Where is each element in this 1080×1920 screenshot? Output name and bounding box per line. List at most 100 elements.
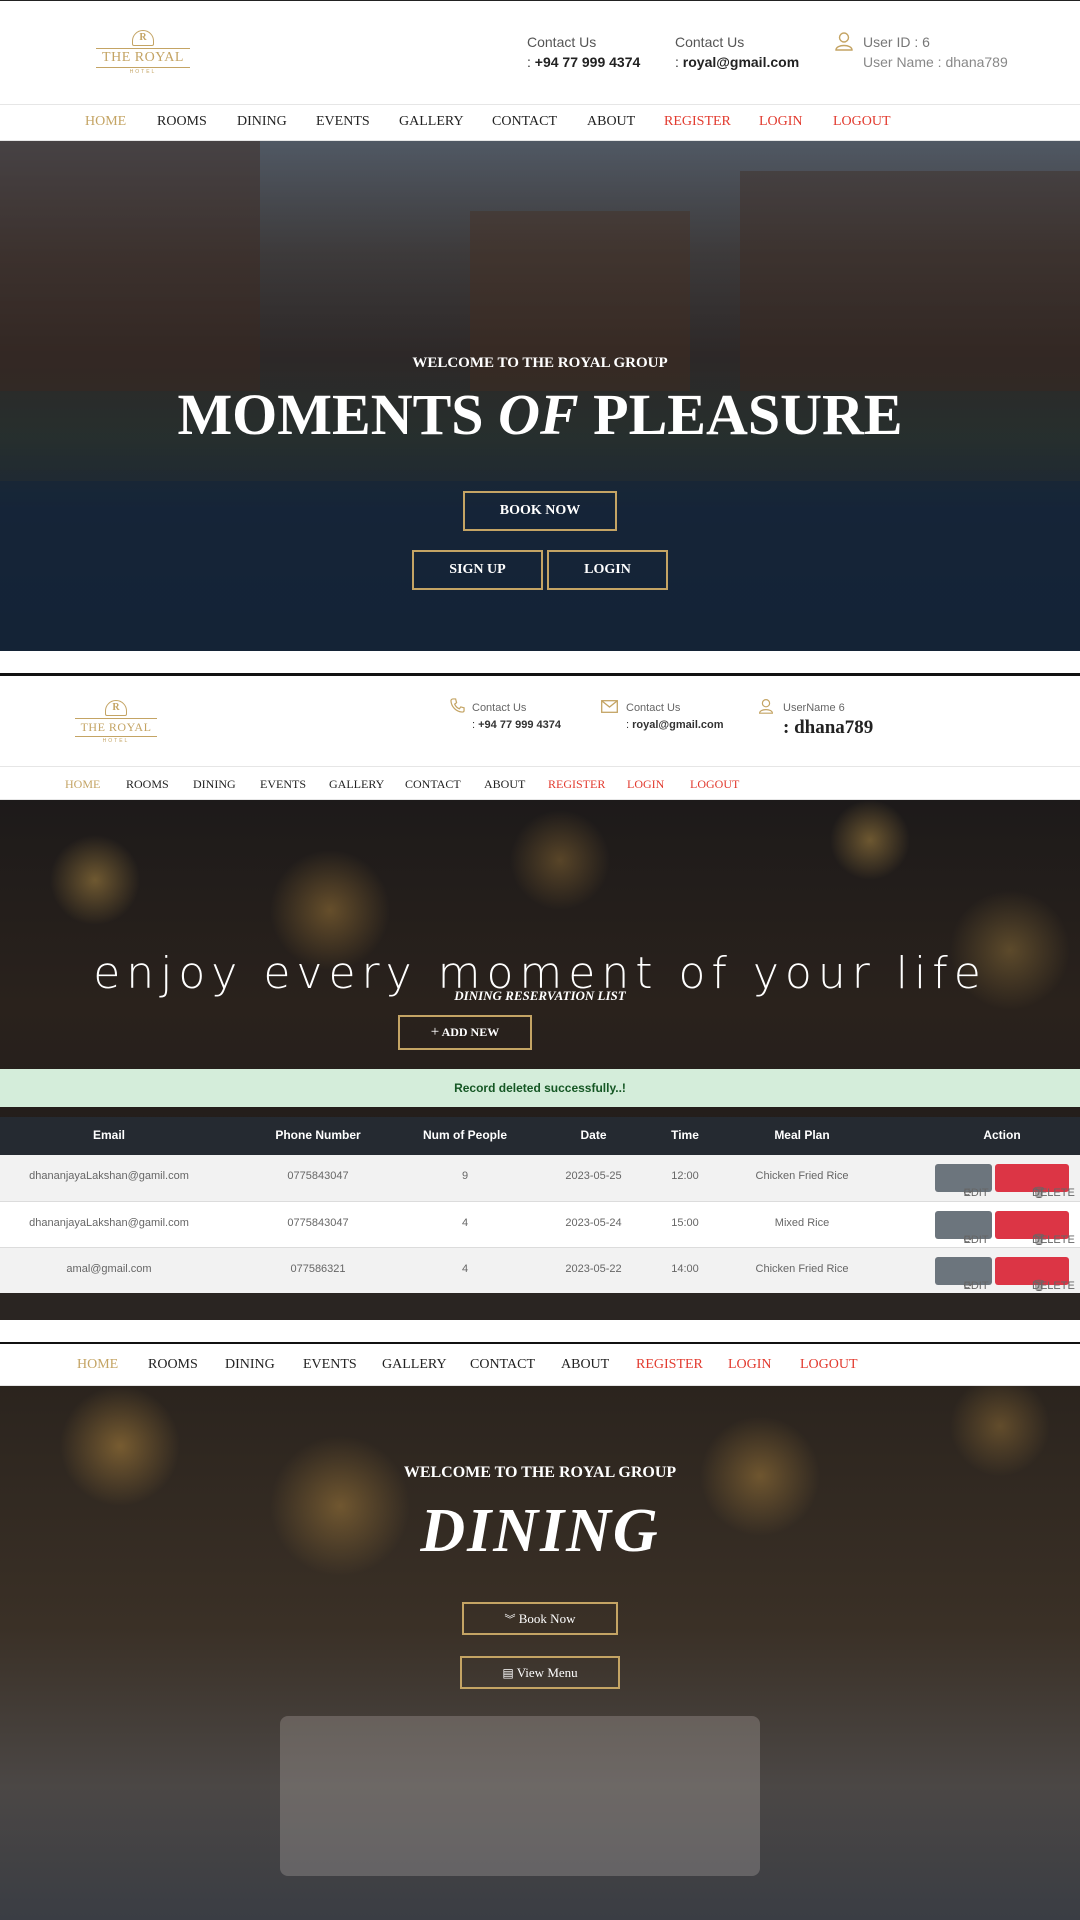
nav-login[interactable]: LOGIN bbox=[627, 777, 664, 792]
hero-title-b: OF bbox=[498, 382, 579, 447]
cell-meal: Chicken Fried Rice bbox=[755, 1170, 849, 1182]
nav-events[interactable]: EVENTS bbox=[260, 777, 306, 792]
nav-rooms[interactable]: ROOMS bbox=[148, 1357, 198, 1373]
nav-login[interactable]: LOGIN bbox=[728, 1357, 772, 1373]
main-nav-2: HOME ROOMS DINING EVENTS GALLERY CONTACT… bbox=[0, 766, 1080, 800]
hotel-logo[interactable]: R THE ROYAL HOTEL bbox=[96, 23, 190, 81]
login-button[interactable]: LOGIN bbox=[547, 550, 668, 590]
edit-button[interactable]: ⟳ EDIT bbox=[935, 1164, 992, 1199]
cell-people: 9 bbox=[461, 1170, 469, 1182]
site-header-1: R THE ROYAL HOTEL Contact Us : +94 77 99… bbox=[0, 0, 1080, 104]
logo-name: THE ROYAL bbox=[74, 718, 158, 737]
nav-gallery[interactable]: GALLERY bbox=[399, 114, 464, 130]
cell-time: 15:00 bbox=[671, 1217, 699, 1229]
hero-title-c: PLEASURE bbox=[578, 382, 903, 447]
nav-dining[interactable]: DINING bbox=[225, 1357, 275, 1373]
nav-register[interactable]: REGISTER bbox=[664, 114, 731, 130]
user-id: User ID : 6 bbox=[863, 34, 930, 50]
col-people: Num of People bbox=[422, 1128, 507, 1142]
nav-register[interactable]: REGISTER bbox=[636, 1357, 703, 1373]
nav-gallery[interactable]: GALLERY bbox=[329, 777, 384, 792]
cell-email: dhananjayaLakshan@gamil.com bbox=[29, 1170, 189, 1182]
nav-login[interactable]: LOGIN bbox=[759, 114, 803, 130]
main-nav-1: HOME ROOMS DINING EVENTS GALLERY CONTACT… bbox=[0, 104, 1080, 141]
nav-home[interactable]: HOME bbox=[77, 1357, 118, 1373]
sign-up-button[interactable]: SIGN UP bbox=[412, 550, 543, 590]
delete-button[interactable]: 🗑 DELETE bbox=[995, 1257, 1075, 1292]
nav-contact[interactable]: CONTACT bbox=[470, 1357, 535, 1373]
section-gap bbox=[0, 1320, 1080, 1342]
hotel-logo[interactable]: R THE ROYAL HOTEL bbox=[74, 696, 158, 748]
email-address: royal@gmail.com bbox=[632, 719, 724, 731]
logo-name: THE ROYAL bbox=[96, 47, 190, 68]
contact-phone-label: Contact Us bbox=[472, 702, 527, 714]
table-footer-strip bbox=[0, 1293, 1080, 1320]
nav-events[interactable]: EVENTS bbox=[303, 1357, 357, 1373]
nav-home[interactable]: HOME bbox=[85, 114, 126, 130]
add-new-button[interactable]: + ADD NEW bbox=[398, 1015, 532, 1050]
plus-icon: + bbox=[430, 1024, 440, 1040]
cell-meal: Chicken Fried Rice bbox=[755, 1263, 849, 1275]
nav-contact[interactable]: CONTACT bbox=[405, 777, 461, 792]
col-meal: Meal Plan bbox=[774, 1128, 830, 1142]
contact-email-label: Contact Us bbox=[626, 702, 681, 714]
nav-dining[interactable]: DINING bbox=[237, 114, 287, 130]
logo-crest: R bbox=[132, 29, 154, 46]
hero-title-a: MOMENTS bbox=[177, 382, 499, 447]
col-email: Email bbox=[92, 1128, 125, 1142]
cell-date: 2023-05-24 bbox=[565, 1217, 622, 1229]
nav-rooms[interactable]: ROOMS bbox=[126, 777, 169, 792]
col-action: Action bbox=[983, 1128, 1021, 1142]
table-header: Email Phone Number Num of People Date Ti… bbox=[0, 1117, 1080, 1155]
delete-button[interactable]: 🗑 DELETE bbox=[995, 1211, 1075, 1246]
contact-phone-value: : +94 77 999 4374 bbox=[527, 54, 640, 70]
table-row: dhananjayaLakshan@gamil.com 0775843047 9… bbox=[0, 1155, 1080, 1201]
nav-logout[interactable]: LOGOUT bbox=[690, 777, 739, 792]
cell-email: dhananjayaLakshan@gamil.com bbox=[29, 1217, 189, 1229]
menu-book-icon: ▤ bbox=[502, 1666, 514, 1680]
cell-phone: 0775843047 bbox=[287, 1170, 349, 1182]
user-icon bbox=[835, 32, 853, 51]
contact-prefix: : bbox=[675, 54, 683, 70]
success-alert: Record deleted successfully..! bbox=[0, 1069, 1080, 1107]
nav-register[interactable]: REGISTER bbox=[548, 777, 605, 792]
edit-button[interactable]: ⟳ EDIT bbox=[935, 1211, 992, 1246]
nav-logout[interactable]: LOGOUT bbox=[833, 114, 891, 130]
cell-people: 4 bbox=[461, 1263, 469, 1275]
phone-number: +94 77 999 4374 bbox=[478, 719, 562, 731]
cell-people: 4 bbox=[461, 1217, 469, 1229]
nav-dining[interactable]: DINING bbox=[193, 777, 236, 792]
cell-date: 2023-05-22 bbox=[565, 1263, 622, 1275]
logo-sub: HOTEL bbox=[102, 738, 130, 744]
nav-about[interactable]: ABOUT bbox=[484, 777, 525, 792]
cell-email: amal@gmail.com bbox=[66, 1263, 152, 1275]
main-nav-3: HOME ROOMS DINING EVENTS GALLERY CONTACT… bbox=[0, 1344, 1080, 1386]
table-cloth-shape bbox=[280, 1716, 760, 1876]
col-time: Time bbox=[671, 1128, 699, 1142]
nav-gallery[interactable]: GALLERY bbox=[382, 1357, 447, 1373]
book-now-button[interactable]: BOOK NOW bbox=[463, 491, 617, 531]
contact-email-value: : royal@gmail.com bbox=[675, 54, 799, 70]
nav-about[interactable]: ABOUT bbox=[587, 114, 635, 130]
hero-kicker: WELCOME TO THE ROYAL GROUP bbox=[412, 355, 668, 371]
nav-contact[interactable]: CONTACT bbox=[492, 114, 557, 130]
col-date: Date bbox=[580, 1128, 607, 1142]
cell-meal: Mixed Rice bbox=[774, 1217, 830, 1229]
hero-resort: WELCOME TO THE ROYAL GROUP MOMENTS OF PL… bbox=[0, 141, 1080, 651]
nav-logout[interactable]: LOGOUT bbox=[800, 1357, 858, 1373]
nav-home[interactable]: HOME bbox=[65, 777, 100, 792]
chevron-double-down-icon: ︾ bbox=[504, 1614, 516, 1626]
cell-phone: 0775843047 bbox=[287, 1217, 349, 1229]
username-label: UserName 6 bbox=[783, 702, 845, 714]
view-menu-button[interactable]: ▤ View Menu bbox=[460, 1656, 620, 1689]
nav-rooms[interactable]: ROOMS bbox=[157, 114, 207, 130]
nav-about[interactable]: ABOUT bbox=[561, 1357, 609, 1373]
nav-events[interactable]: EVENTS bbox=[316, 114, 370, 130]
logo-crest: R bbox=[105, 700, 127, 716]
delete-button[interactable]: 🗑 DELETE bbox=[995, 1164, 1075, 1199]
cell-date: 2023-05-25 bbox=[565, 1170, 622, 1182]
edit-button[interactable]: ⟳ EDIT bbox=[935, 1257, 992, 1292]
email-address: royal@gmail.com bbox=[682, 54, 800, 70]
book-now-button[interactable]: ︾ Book Now bbox=[462, 1602, 618, 1635]
contact-email-label: Contact Us bbox=[675, 34, 745, 50]
